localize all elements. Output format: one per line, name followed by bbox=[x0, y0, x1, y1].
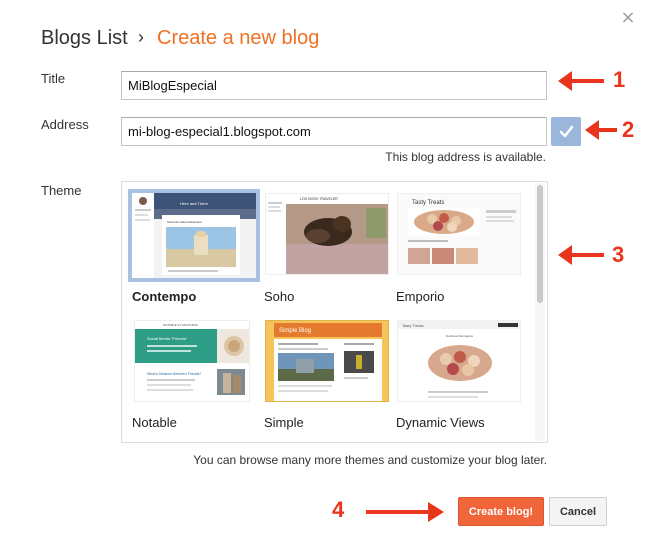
soho-preview: LOG BOOK TRAVELER bbox=[266, 194, 388, 274]
notable-post-text: Social Media "Friends" bbox=[147, 336, 188, 341]
notable-header-text: NOTABLE IN SANTORINI bbox=[163, 323, 198, 327]
page-title: Create a new blog bbox=[157, 27, 320, 49]
address-label: Address bbox=[41, 117, 89, 132]
dynamic-views-preview: Tasty Treats Delicious Meringues bbox=[398, 321, 520, 401]
arrow-right-icon bbox=[366, 502, 444, 522]
availability-message: This blog address is available. bbox=[385, 150, 546, 164]
title-label: Title bbox=[41, 71, 66, 86]
address-input[interactable] bbox=[121, 117, 547, 146]
emporio-header-text: Tasty Treats bbox=[412, 200, 444, 206]
theme-thumb-contempo[interactable]: Here and There Santorini Island Adventur… bbox=[128, 189, 260, 282]
close-icon[interactable]: × bbox=[618, 8, 638, 28]
theme-name-dynamic-views[interactable]: Dynamic Views bbox=[396, 415, 485, 430]
emporio-preview: Tasty Treats bbox=[398, 194, 520, 274]
contempo-hero-text: Here and There bbox=[180, 201, 209, 206]
notable-post2-text: What's Distance Between Friends? bbox=[147, 372, 201, 376]
arrow-left-icon bbox=[558, 71, 604, 91]
breadcrumb-separator: › bbox=[138, 27, 144, 47]
theme-name-contempo[interactable]: Contempo bbox=[132, 289, 196, 304]
theme-scrollbar-thumb[interactable] bbox=[537, 185, 543, 303]
cancel-button[interactable]: Cancel bbox=[549, 497, 607, 526]
theme-name-simple[interactable]: Simple bbox=[264, 415, 304, 430]
theme-name-emporio[interactable]: Emporio bbox=[396, 289, 444, 304]
theme-thumb-soho[interactable]: LOG BOOK TRAVELER bbox=[265, 193, 389, 275]
address-check-button[interactable] bbox=[551, 117, 581, 146]
breadcrumb-blogs-list[interactable]: Blogs List bbox=[41, 27, 128, 50]
arrow-left-icon bbox=[585, 120, 617, 140]
create-blog-button[interactable]: Create blog! bbox=[458, 497, 544, 526]
theme-thumb-simple[interactable]: Simple Blog bbox=[265, 320, 389, 402]
checkmark-icon bbox=[559, 125, 574, 138]
soho-header-text: LOG BOOK TRAVELER bbox=[300, 197, 338, 201]
dynamic-post-text: Delicious Meringues bbox=[446, 334, 474, 338]
simple-header-text: Simple Blog bbox=[279, 328, 311, 334]
theme-thumb-dynamic-views[interactable]: Tasty Treats Delicious Meringues bbox=[397, 320, 521, 402]
contempo-preview: Here and There Santorini Island Adventur… bbox=[132, 193, 256, 278]
theme-thumb-emporio[interactable]: Tasty Treats bbox=[397, 193, 521, 275]
contempo-post-text: Santorini Island Adventure bbox=[167, 220, 202, 224]
annotation-number-4: 4 bbox=[332, 497, 345, 522]
annotation-number-2: 2 bbox=[622, 117, 635, 142]
title-input[interactable] bbox=[121, 71, 547, 100]
theme-gallery[interactable]: Here and There Santorini Island Adventur… bbox=[121, 181, 548, 443]
theme-label: Theme bbox=[41, 183, 82, 198]
notable-preview: NOTABLE IN SANTORINI Social Media "Frien… bbox=[135, 321, 249, 401]
theme-name-soho[interactable]: Soho bbox=[264, 289, 294, 304]
theme-name-notable[interactable]: Notable bbox=[132, 415, 177, 430]
arrow-left-icon bbox=[558, 245, 604, 265]
dynamic-header-text: Tasty Treats bbox=[402, 323, 424, 328]
browse-themes-note: You can browse many more themes and cust… bbox=[193, 453, 547, 467]
annotation-number-1: 1 bbox=[613, 67, 626, 92]
theme-thumb-notable[interactable]: NOTABLE IN SANTORINI Social Media "Frien… bbox=[134, 320, 250, 402]
simple-preview: Simple Blog bbox=[266, 321, 388, 401]
annotation-number-3: 3 bbox=[612, 242, 625, 267]
